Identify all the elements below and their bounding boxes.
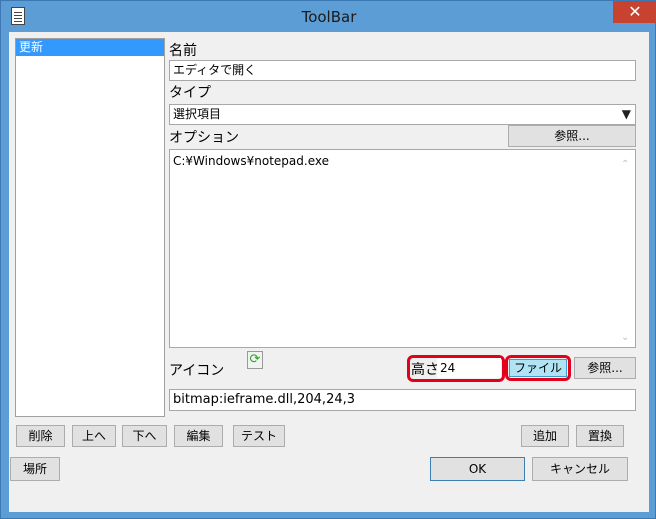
title-bar: ToolBar ✕	[1, 1, 656, 33]
option-text: C:¥Windows¥notepad.exe	[173, 154, 329, 168]
list-item[interactable]: 更新	[16, 39, 164, 56]
chevron-down-icon: ▼	[621, 107, 631, 121]
add-button[interactable]: 追加	[521, 425, 569, 447]
type-select-value: 選択項目	[173, 107, 222, 121]
icon-path-input[interactable]: bitmap:ieframe.dll,204,24,3	[169, 389, 636, 411]
type-select[interactable]: 選択項目 ▼	[169, 104, 636, 125]
icon-label: アイコン	[169, 363, 225, 379]
type-label: タイプ	[169, 85, 211, 101]
toolbar-item-list[interactable]: 更新	[15, 38, 165, 417]
dialog-body: 更新 名前 エディタで開く タイプ 選択項目 ▼ オプション 参照... C:¥…	[9, 32, 649, 512]
scroll-down-icon[interactable]: ⌄	[621, 332, 629, 343]
move-up-button[interactable]: 上へ	[72, 425, 116, 447]
close-button[interactable]: ✕	[613, 1, 656, 23]
move-down-button[interactable]: 下へ	[122, 425, 167, 447]
replace-button[interactable]: 置換	[576, 425, 624, 447]
delete-button[interactable]: 削除	[16, 425, 65, 447]
option-scrollbar[interactable]: ⌃ ⌄	[618, 150, 635, 347]
option-browse-button[interactable]: 参照...	[508, 125, 636, 147]
height-input[interactable]: 24	[437, 358, 501, 378]
cancel-button[interactable]: キャンセル	[532, 457, 628, 481]
option-label: オプション	[169, 130, 239, 146]
toolbar-dialog: ToolBar ✕ 更新 名前 エディタで開く タイプ 選択項目 ▼ オプション…	[0, 0, 656, 519]
scroll-up-icon[interactable]: ⌃	[621, 159, 629, 170]
ok-button[interactable]: OK	[430, 457, 525, 481]
location-button[interactable]: 場所	[10, 457, 60, 481]
height-label: 高さ	[411, 362, 439, 378]
icon-browse-button[interactable]: 参照...	[574, 357, 636, 379]
edit-button[interactable]: 編集	[174, 425, 223, 447]
name-label: 名前	[169, 43, 197, 59]
test-button[interactable]: テスト	[233, 425, 285, 447]
name-input[interactable]: エディタで開く	[169, 60, 636, 81]
window-title: ToolBar	[301, 8, 357, 26]
option-textarea[interactable]: C:¥Windows¥notepad.exe ⌃ ⌄	[169, 149, 636, 348]
refresh-icon: ⟳	[247, 351, 263, 369]
file-button[interactable]: ファイル	[509, 359, 567, 377]
